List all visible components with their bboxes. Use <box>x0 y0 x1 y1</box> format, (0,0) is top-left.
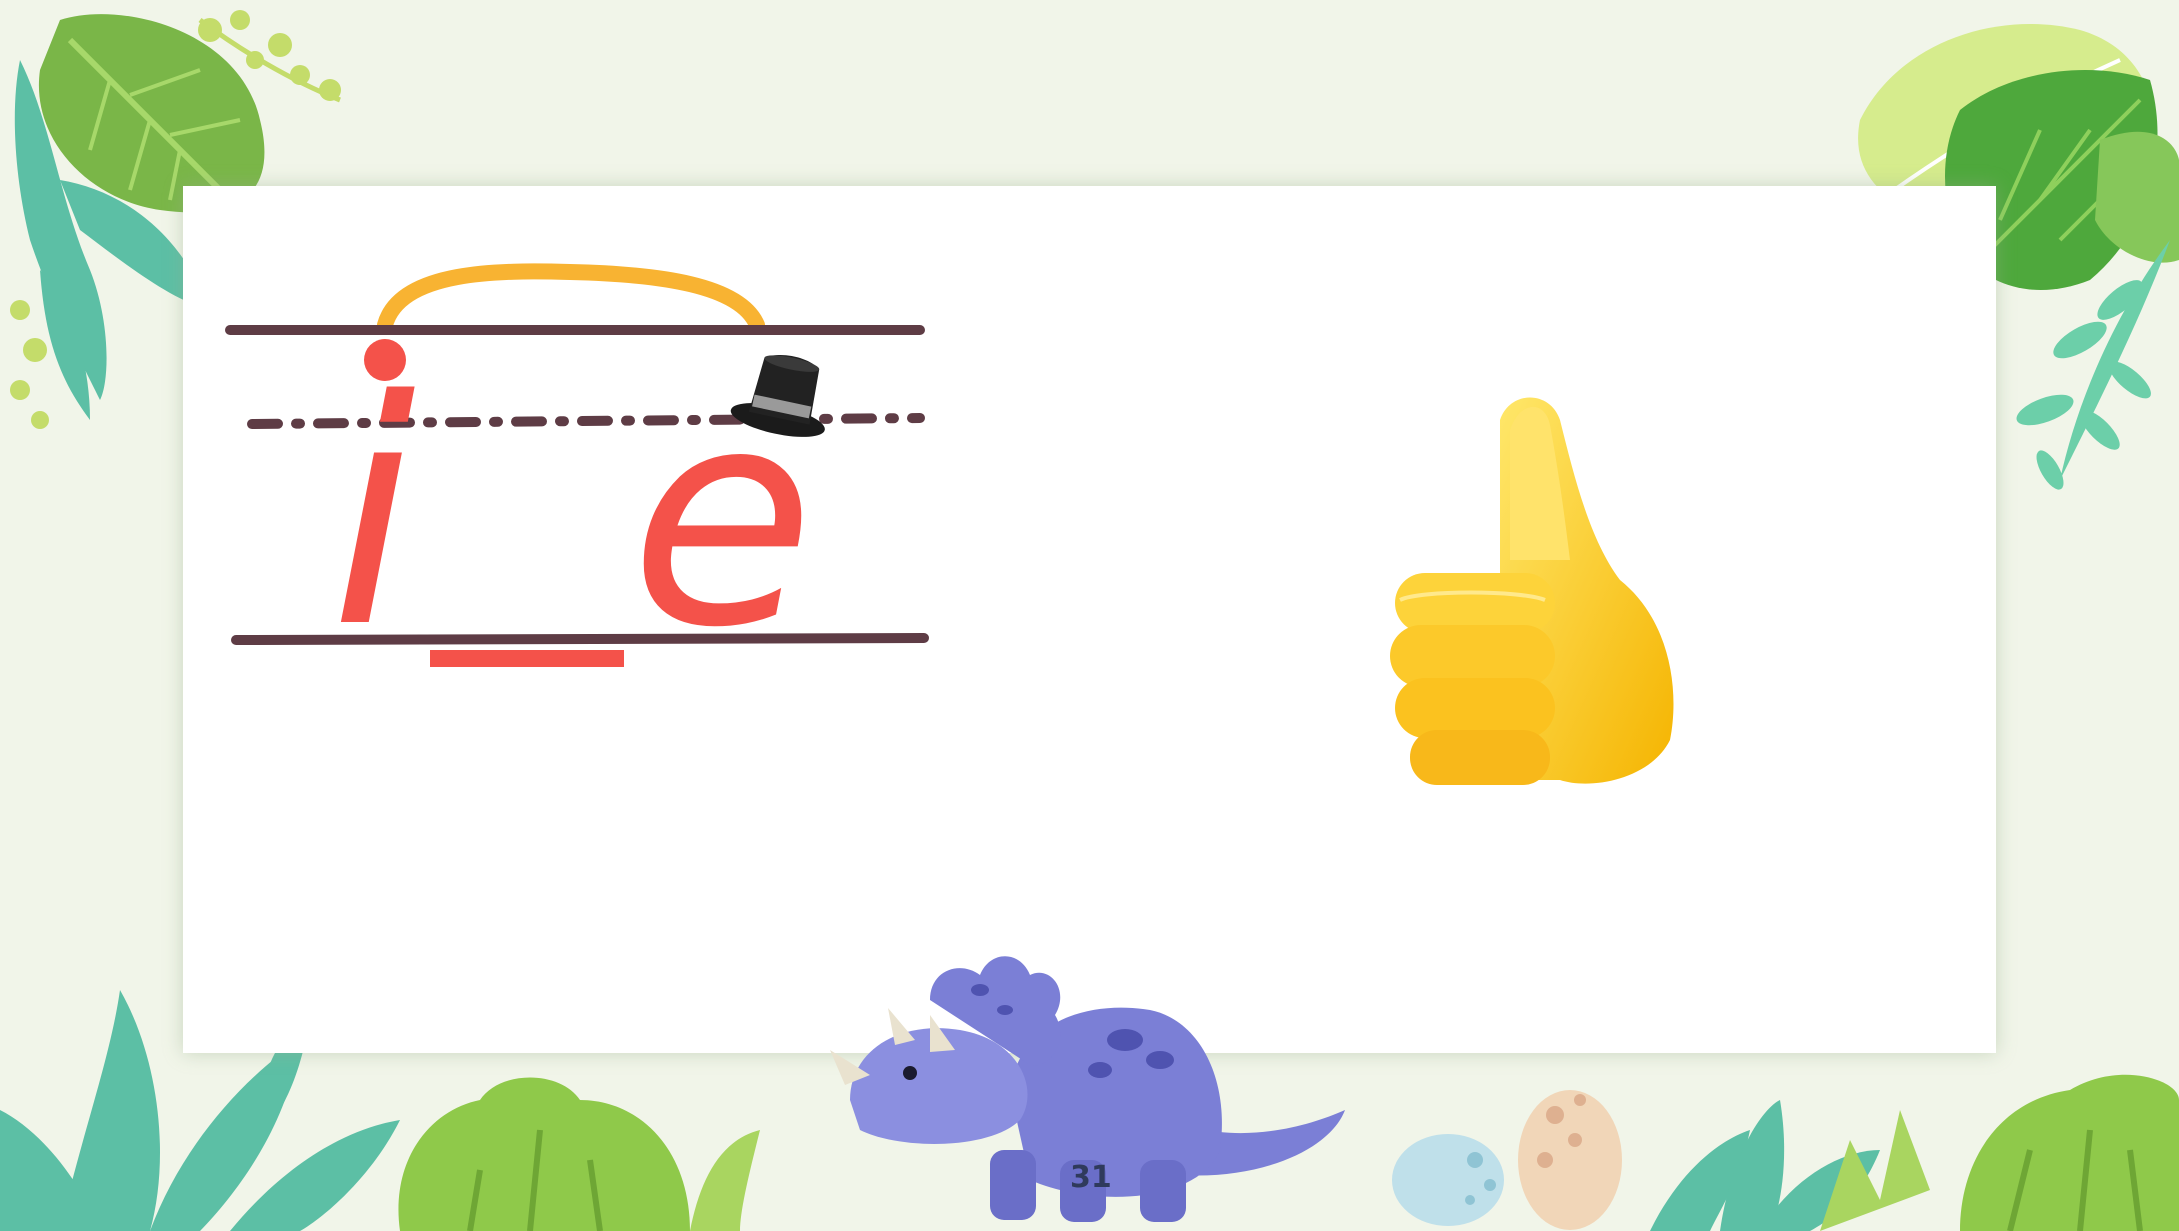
page-number: 31 <box>1070 1160 1112 1195</box>
slide: i e 31 <box>0 0 2179 1231</box>
triceratops-illustration <box>830 956 1345 1222</box>
